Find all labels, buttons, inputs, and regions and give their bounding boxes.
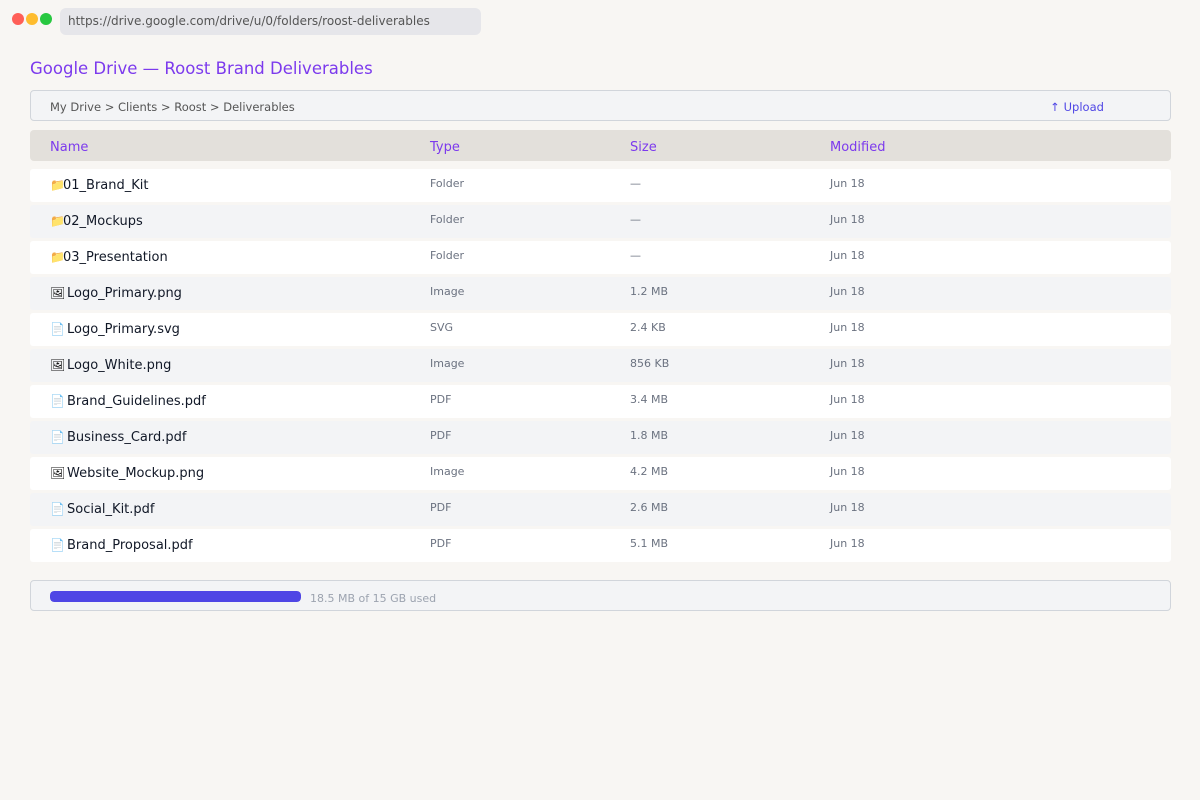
file-modified-cell: Jun 18 (830, 285, 865, 298)
table-header: Name Type Size Modified (30, 130, 1171, 161)
table-row[interactable]: 🖼 Logo_White.png Image 856 KB Jun 18 (30, 349, 1171, 382)
table-row[interactable]: 📁01_Brand_Kit Folder — Jun 18 (30, 169, 1171, 202)
file-type-cell: Image (430, 285, 465, 298)
storage-label: 18.5 MB of 15 GB used (310, 592, 437, 605)
file-type-cell: Folder (430, 249, 464, 262)
file-size-cell: 4.2 MB (630, 465, 669, 478)
window-minimize-dot[interactable] (26, 13, 38, 25)
file-name: 01_Brand_Kit (63, 178, 149, 193)
file-size-cell: 2.6 MB (630, 501, 669, 514)
file-size-cell: — (630, 249, 641, 262)
toolbar: My Drive > Clients > Roost > Deliverable… (30, 90, 1171, 121)
file-type-cell: Image (430, 465, 465, 478)
table-row[interactable]: 📄 Social_Kit.pdf PDF 2.6 MB Jun 18 (30, 493, 1171, 526)
table-row[interactable]: 📄 Logo_Primary.svg SVG 2.4 KB Jun 18 (30, 313, 1171, 346)
file-type-cell: PDF (430, 429, 452, 442)
image-file-icon: 🖼 (50, 286, 66, 300)
pdf-file-icon: 📄 (50, 538, 65, 552)
file-name-cell[interactable]: 🖼 Website_Mockup.png (50, 466, 204, 481)
file-modified-cell: Jun 18 (830, 213, 865, 226)
window-close-dot[interactable] (12, 13, 24, 25)
file-size-cell: — (630, 213, 641, 226)
file-size-cell: 856 KB (630, 357, 670, 370)
file-modified-cell: Jun 18 (830, 537, 865, 550)
file-size-cell: 3.4 MB (630, 393, 669, 406)
file-type-cell: Folder (430, 177, 464, 190)
upload-arrow-icon: ↑ (1050, 100, 1060, 114)
file-name-cell[interactable]: 📄 Business_Card.pdf (50, 430, 186, 445)
breadcrumb[interactable]: My Drive > Clients > Roost > Deliverable… (50, 100, 295, 114)
file-size-cell: 1.2 MB (630, 285, 669, 298)
file-size-cell: — (630, 177, 641, 190)
file-modified-cell: Jun 18 (830, 501, 865, 514)
column-header-size[interactable]: Size (630, 140, 657, 155)
folder-icon: 📁 (50, 250, 65, 264)
image-file-icon: 🖼 (50, 358, 66, 372)
file-name: Logo_Primary.svg (67, 322, 180, 337)
storage-panel: 18.5 MB of 15 GB used (30, 580, 1171, 611)
file-type-cell: PDF (430, 537, 452, 550)
upload-button[interactable]: ↑ Upload (1050, 100, 1104, 114)
file-modified-cell: Jun 18 (830, 465, 865, 478)
file-name-cell[interactable]: 🖼 Logo_White.png (50, 358, 171, 373)
table-row[interactable]: 🖼 Website_Mockup.png Image 4.2 MB Jun 18 (30, 457, 1171, 490)
file-name: Website_Mockup.png (67, 466, 205, 481)
file-modified-cell: Jun 18 (830, 357, 865, 370)
file-type-cell: Image (430, 357, 465, 370)
file-modified-cell: Jun 18 (830, 249, 865, 262)
file-modified-cell: Jun 18 (830, 321, 865, 334)
file-size-cell: 1.8 MB (630, 429, 669, 442)
file-name: 03_Presentation (63, 250, 168, 265)
file-type-cell: Folder (430, 213, 464, 226)
file-size-cell: 2.4 KB (630, 321, 666, 334)
file-size-cell: 5.1 MB (630, 537, 669, 550)
column-header-type[interactable]: Type (430, 140, 460, 155)
pdf-file-icon: 📄 (50, 502, 65, 516)
file-name: Brand_Guidelines.pdf (67, 394, 206, 409)
storage-progress-fill (50, 591, 301, 602)
file-type-cell: PDF (430, 501, 452, 514)
table-row[interactable]: 📄 Brand_Proposal.pdf PDF 5.1 MB Jun 18 (30, 529, 1171, 562)
file-name: Brand_Proposal.pdf (67, 538, 193, 553)
storage-progress-bar (50, 591, 301, 602)
image-file-icon: 🖼 (50, 466, 66, 480)
file-name-cell[interactable]: 📄 Logo_Primary.svg (50, 322, 180, 337)
column-header-modified[interactable]: Modified (830, 140, 885, 155)
upload-label: Upload (1063, 100, 1104, 114)
file-name: 02_Mockups (63, 214, 143, 229)
file-modified-cell: Jun 18 (830, 393, 865, 406)
file-name: Social_Kit.pdf (67, 502, 155, 517)
file-name: Logo_White.png (67, 358, 172, 373)
page-title: Google Drive — Roost Brand Deliverables (30, 59, 373, 78)
file-type-cell: PDF (430, 393, 452, 406)
table-row[interactable]: 📄 Brand_Guidelines.pdf PDF 3.4 MB Jun 18 (30, 385, 1171, 418)
pdf-file-icon: 📄 (50, 394, 65, 408)
file-name-cell[interactable]: 📄 Brand_Guidelines.pdf (50, 394, 206, 409)
file-name-cell[interactable]: 🖼 Logo_Primary.png (50, 286, 182, 301)
column-header-name[interactable]: Name (50, 140, 88, 155)
table-row[interactable]: 📁03_Presentation Folder — Jun 18 (30, 241, 1171, 274)
file-type-cell: SVG (430, 321, 454, 334)
svg-file-icon: 📄 (50, 322, 65, 336)
pdf-file-icon: 📄 (50, 430, 65, 444)
file-name-cell[interactable]: 📁03_Presentation (50, 250, 168, 265)
file-name: Business_Card.pdf (67, 430, 187, 445)
file-modified-cell: Jun 18 (830, 177, 865, 190)
table-row[interactable]: 🖼 Logo_Primary.png Image 1.2 MB Jun 18 (30, 277, 1171, 310)
file-name-cell[interactable]: 📁02_Mockups (50, 214, 143, 229)
file-name-cell[interactable]: 📄 Brand_Proposal.pdf (50, 538, 193, 553)
table-row[interactable]: 📄 Business_Card.pdf PDF 1.8 MB Jun 18 (30, 421, 1171, 454)
file-modified-cell: Jun 18 (830, 429, 865, 442)
file-name: Logo_Primary.png (67, 286, 182, 301)
file-name-cell[interactable]: 📄 Social_Kit.pdf (50, 502, 155, 517)
file-name-cell[interactable]: 📁01_Brand_Kit (50, 178, 149, 193)
folder-icon: 📁 (50, 178, 65, 192)
window-maximize-dot[interactable] (40, 13, 52, 25)
address-bar[interactable]: https://drive.google.com/drive/u/0/folde… (60, 8, 481, 35)
table-row[interactable]: 📁02_Mockups Folder — Jun 18 (30, 205, 1171, 238)
folder-icon: 📁 (50, 214, 65, 228)
